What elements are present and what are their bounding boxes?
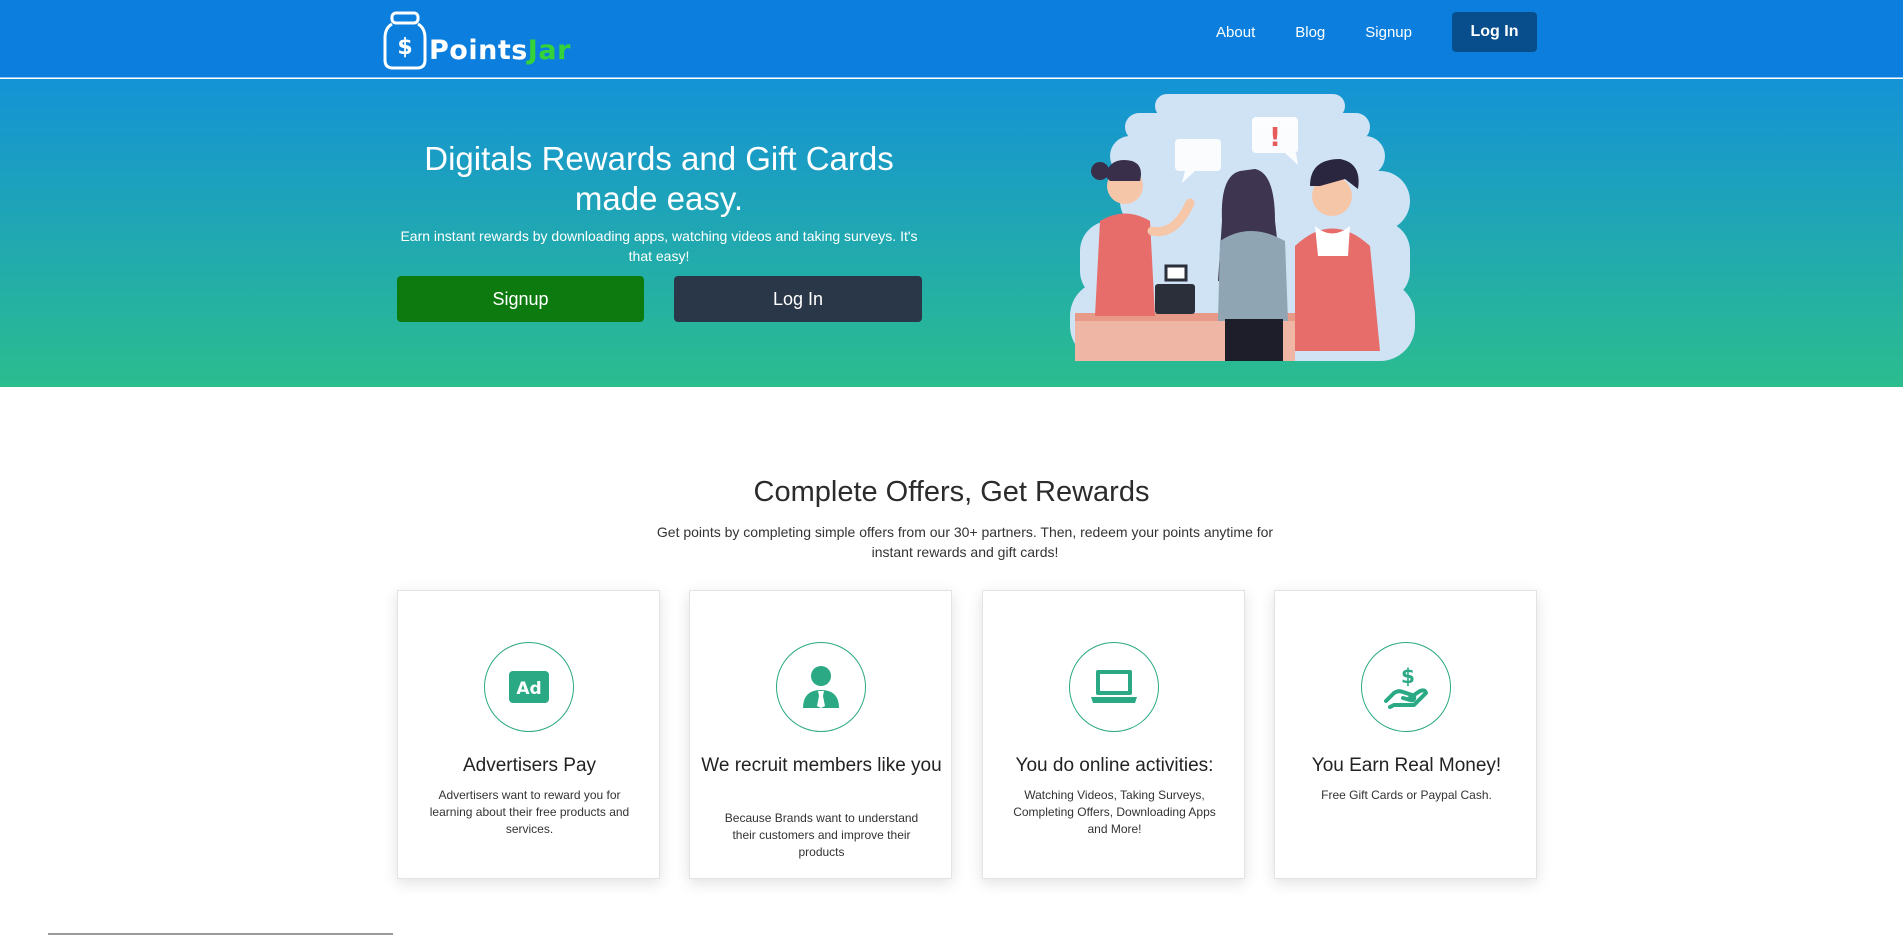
hero-signup-button[interactable]: Signup bbox=[397, 276, 644, 322]
laptop-icon bbox=[1091, 670, 1137, 703]
card-title: We recruit members like you bbox=[701, 755, 942, 776]
svg-text:!: ! bbox=[1269, 123, 1281, 153]
icon-circle: $ bbox=[1361, 642, 1451, 732]
nav-login-button[interactable]: Log In bbox=[1452, 12, 1537, 52]
svg-text:Ad: Ad bbox=[516, 679, 541, 699]
card-title: You Earn Real Money! bbox=[1311, 755, 1502, 776]
page: $ PointsJar About Blog Signup Log In Dig… bbox=[0, 0, 1903, 935]
speech-bubble-left bbox=[1175, 139, 1221, 171]
card-title: Advertisers Pay bbox=[462, 755, 597, 776]
ad-icon: Ad bbox=[509, 671, 549, 703]
section-title: Complete Offers, Get Rewards bbox=[753, 476, 1150, 508]
section-subtitle: Get points by completing simple offers f… bbox=[656, 524, 1274, 560]
feature-card-activities: You do online activities: Watching Video… bbox=[982, 590, 1245, 879]
svg-text:$: $ bbox=[397, 35, 412, 60]
hero-login-button[interactable]: Log In bbox=[674, 276, 922, 322]
icon-circle bbox=[776, 642, 866, 732]
icon-circle bbox=[1069, 642, 1159, 732]
top-navbar: $ PointsJar About Blog Signup Log In bbox=[0, 0, 1903, 78]
card-description: Free Gift Cards or Paypal Cash. bbox=[1321, 788, 1492, 802]
hero-illustration: ! bbox=[1070, 94, 1415, 361]
logo-text-points: Points bbox=[429, 35, 528, 66]
svg-text:$: $ bbox=[1401, 665, 1415, 688]
card-description: Watching Videos, Taking Surveys, Complet… bbox=[1013, 788, 1216, 836]
nav-signup-link[interactable]: Signup bbox=[1365, 24, 1412, 41]
card-description: Advertisers want to reward you for learn… bbox=[429, 788, 630, 836]
nav-blog-link[interactable]: Blog bbox=[1295, 24, 1325, 41]
icon-circle: Ad bbox=[484, 642, 574, 732]
hand-dollar-icon: $ bbox=[1384, 665, 1428, 709]
pointsjar-logo[interactable]: $ PointsJar bbox=[383, 8, 571, 70]
card-description: Because Brands want to understand their … bbox=[724, 811, 919, 859]
nav-about-link[interactable]: About bbox=[1216, 24, 1255, 41]
feature-card-advertisers: Ad Advertisers Pay Advertisers want to r… bbox=[397, 590, 660, 879]
user-tie-icon bbox=[803, 666, 839, 708]
nav-links: About Blog Signup Log In bbox=[1176, 12, 1537, 52]
hero-section: Digitals Rewards and Gift Cards made eas… bbox=[0, 79, 1903, 387]
hero-title: Digitals Rewards and Gift Cards made eas… bbox=[424, 140, 894, 217]
hero-subtitle: Earn instant rewards by downloading apps… bbox=[400, 228, 918, 264]
feature-card-earn: $ You Earn Real Money! Free Gift Cards o… bbox=[1274, 590, 1537, 879]
card-title: You do online activities: bbox=[1015, 755, 1214, 776]
feature-card-recruit: We recruit members like you Because Bran… bbox=[689, 590, 952, 879]
logo-text: PointsJar bbox=[429, 35, 571, 66]
logo-text-jar: Jar bbox=[527, 35, 571, 66]
jar-logo-icon: $ bbox=[383, 11, 427, 70]
